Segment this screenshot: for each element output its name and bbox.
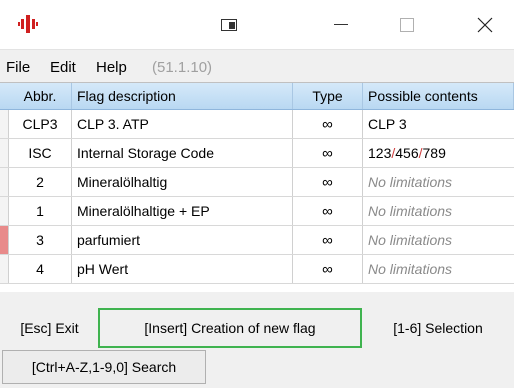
row-marker xyxy=(0,110,9,138)
table-row[interactable]: 2 Mineralölhaltig ∞ No limitations xyxy=(0,168,514,197)
col-header-description[interactable]: Flag description xyxy=(72,83,293,109)
exit-button[interactable]: [Esc] Exit xyxy=(0,310,100,346)
col-header-abbr[interactable]: Abbr. xyxy=(9,83,72,109)
close-icon[interactable] xyxy=(462,0,508,50)
table-header: Abbr. Flag description Type Possible con… xyxy=(0,83,514,110)
row-marker xyxy=(0,139,9,167)
cell-description: pH Wert xyxy=(72,255,293,283)
exit-label: [Esc] Exit xyxy=(20,320,79,336)
cell-type: ∞ xyxy=(293,139,363,167)
table-row[interactable]: 3 parfumiert ∞ No limitations xyxy=(0,226,514,255)
selection-button[interactable]: [1-6] Selection xyxy=(362,310,514,346)
cell-type: ∞ xyxy=(293,255,363,283)
cell-description: CLP 3. ATP xyxy=(72,110,293,138)
search-button[interactable]: [Ctrl+A-Z,1-9,0] Search xyxy=(2,350,206,384)
minimize-icon[interactable] xyxy=(318,0,364,50)
cell-abbr: 3 xyxy=(9,226,72,254)
cell-description: Mineralölhaltige + EP xyxy=(72,197,293,225)
table-row[interactable]: ISC Internal Storage Code ∞ 123/456/789 xyxy=(0,139,514,168)
cell-contents: CLP 3 xyxy=(368,116,407,132)
create-flag-button[interactable]: [Insert] Creation of new flag xyxy=(98,308,362,348)
cell-contents: No limitations xyxy=(368,261,453,277)
search-label: [Ctrl+A-Z,1-9,0] Search xyxy=(31,359,177,375)
table-row[interactable]: 1 Mineralölhaltige + EP ∞ No limitations xyxy=(0,197,514,226)
menu-file[interactable]: File xyxy=(6,59,30,76)
menu-help[interactable]: Help xyxy=(96,59,127,76)
cell-type: ∞ xyxy=(293,197,363,225)
cell-type: ∞ xyxy=(293,110,363,138)
selection-label: [1-6] Selection xyxy=(393,320,483,336)
flags-table: Abbr. Flag description Type Possible con… xyxy=(0,82,514,292)
app-logo-icon xyxy=(18,15,38,33)
function-key-bar: [Esc] Exit [Insert] Creation of new flag… xyxy=(0,308,514,348)
maximize-icon[interactable] xyxy=(384,0,430,50)
row-marker xyxy=(0,226,9,254)
row-marker xyxy=(0,197,9,225)
menu-edit[interactable]: Edit xyxy=(50,59,76,76)
window-mode-icon[interactable] xyxy=(206,0,252,50)
cell-type: ∞ xyxy=(293,226,363,254)
menu-bar: File Edit Help (51.1.10) xyxy=(0,56,514,80)
cell-abbr: 2 xyxy=(9,168,72,196)
cell-contents: No limitations xyxy=(368,232,453,248)
title-bar xyxy=(0,0,514,50)
cell-description: Internal Storage Code xyxy=(72,139,293,167)
cell-abbr: ISC xyxy=(9,139,72,167)
cell-abbr: 4 xyxy=(9,255,72,283)
row-marker xyxy=(0,168,9,196)
table-row[interactable]: 4 pH Wert ∞ No limitations xyxy=(0,255,514,284)
create-flag-label: [Insert] Creation of new flag xyxy=(144,320,316,336)
col-header-type[interactable]: Type xyxy=(293,83,363,109)
cell-contents: 123/456/789 xyxy=(368,145,446,161)
cell-contents: No limitations xyxy=(368,174,453,190)
version-label: (51.1.10) xyxy=(152,59,213,76)
cell-contents: No limitations xyxy=(368,203,453,219)
cell-abbr: CLP3 xyxy=(9,110,72,138)
cell-description: Mineralölhaltig xyxy=(72,168,293,196)
table-row[interactable]: CLP3 CLP 3. ATP ∞ CLP 3 xyxy=(0,110,514,139)
cell-abbr: 1 xyxy=(9,197,72,225)
row-marker xyxy=(0,255,9,283)
cell-description: parfumiert xyxy=(72,226,293,254)
col-header-contents[interactable]: Possible contents xyxy=(363,83,514,109)
cell-type: ∞ xyxy=(293,168,363,196)
